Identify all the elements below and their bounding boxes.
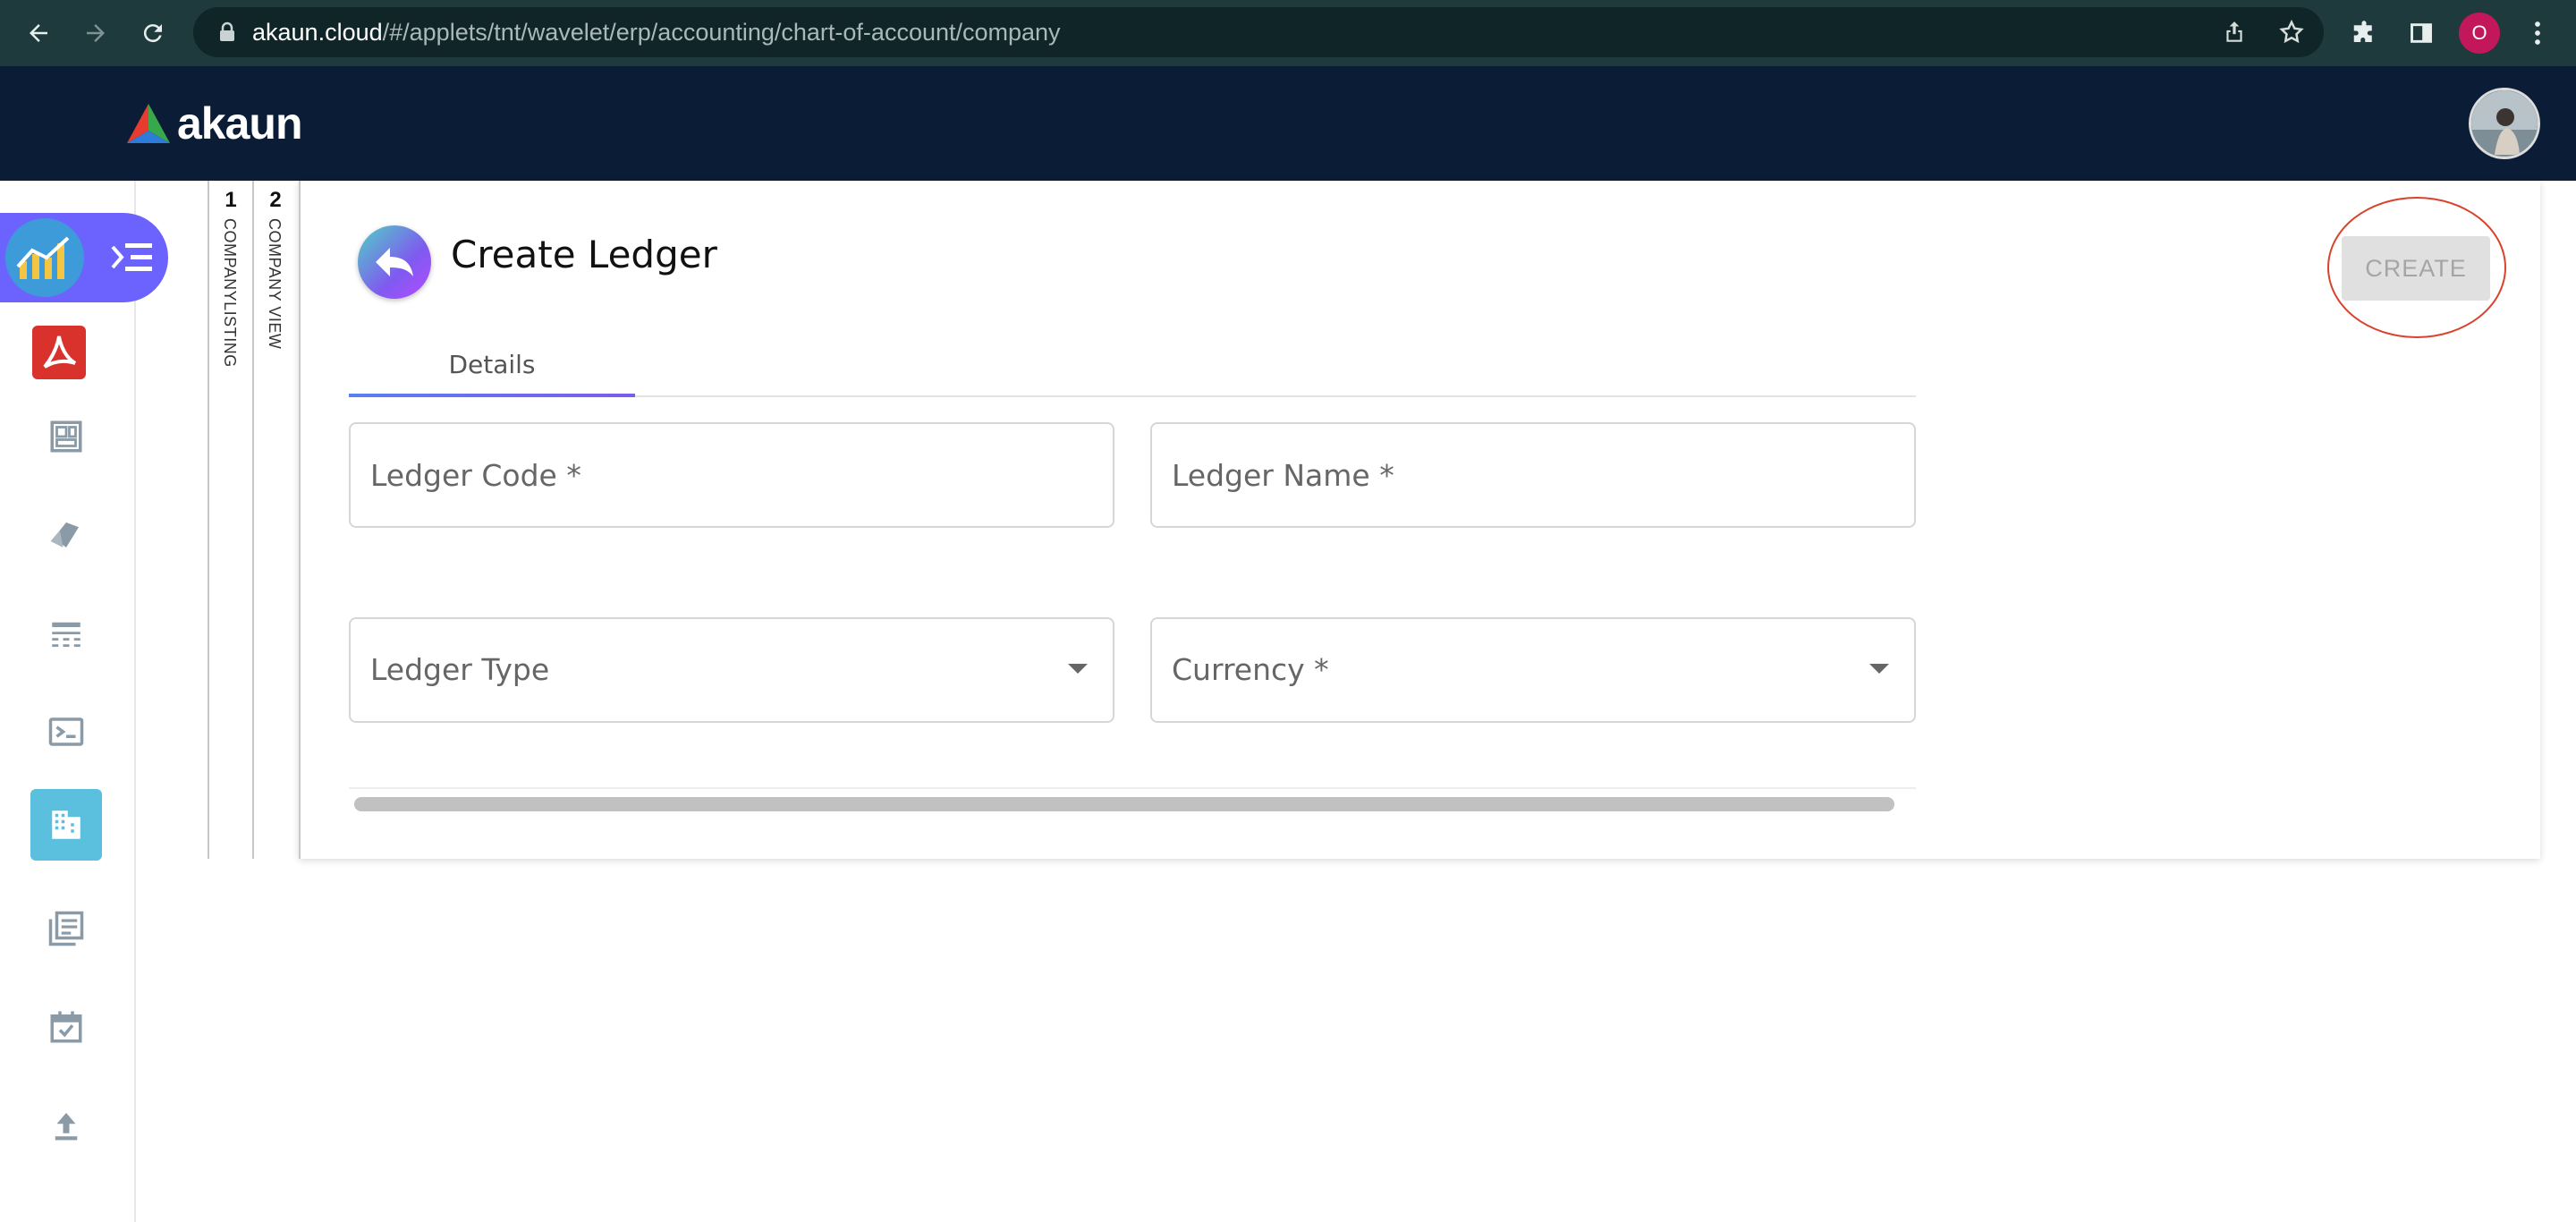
tab-details[interactable]: Details bbox=[349, 331, 635, 397]
url-text[interactable]: akaun.cloud/#/applets/tnt/wavelet/erp/ac… bbox=[252, 7, 1061, 57]
upload-icon[interactable] bbox=[30, 1090, 102, 1161]
back-arrow-icon[interactable] bbox=[18, 13, 59, 54]
user-avatar[interactable] bbox=[2469, 88, 2540, 159]
horizontal-scrollbar[interactable] bbox=[349, 787, 1916, 814]
currency-select[interactable]: Currency * bbox=[1150, 617, 1916, 723]
calendar-check-icon[interactable] bbox=[30, 991, 102, 1063]
ledger-name-field[interactable] bbox=[1150, 422, 1916, 528]
active-tab-indicator bbox=[349, 394, 635, 397]
dropdown-arrow-icon bbox=[1068, 664, 1088, 674]
back-button[interactable] bbox=[358, 225, 431, 299]
menu-toggle-icon[interactable] bbox=[109, 238, 154, 277]
breadcrumb-tab-label: COMPANY VIEW bbox=[266, 218, 284, 350]
applet-switcher[interactable] bbox=[0, 213, 168, 302]
analytics-app-icon[interactable] bbox=[5, 218, 84, 297]
app-root: akaun.cloud/#/applets/tnt/wavelet/erp/ac… bbox=[0, 0, 2576, 1222]
ledger-type-label: Ledger Type bbox=[370, 652, 550, 687]
address-bar[interactable]: akaun.cloud/#/applets/tnt/wavelet/erp/ac… bbox=[193, 7, 2324, 57]
breadcrumb-tab-company-view[interactable]: 2 COMPANY VIEW bbox=[252, 181, 297, 859]
extensions-puzzle-icon[interactable] bbox=[2343, 13, 2385, 54]
browser-profile-avatar[interactable]: O bbox=[2459, 13, 2500, 54]
app-header: akaun bbox=[0, 66, 2576, 181]
ledger-type-select[interactable]: Ledger Type bbox=[349, 617, 1114, 723]
lock-icon[interactable] bbox=[209, 14, 245, 50]
side-panel-icon[interactable] bbox=[2401, 13, 2442, 54]
tab-bar: Details bbox=[349, 331, 1916, 397]
ledger-name-input[interactable] bbox=[1152, 424, 1914, 526]
akaun-logo-icon bbox=[127, 104, 170, 143]
forward-arrow-icon[interactable] bbox=[75, 13, 116, 54]
scrollbar-thumb[interactable] bbox=[354, 797, 1894, 811]
bookmark-star-icon[interactable] bbox=[2274, 14, 2309, 50]
brand-name: akaun bbox=[177, 98, 303, 149]
create-button[interactable]: CREATE bbox=[2342, 236, 2490, 301]
ledger-code-input[interactable] bbox=[351, 424, 1113, 526]
more-vertical-icon[interactable] bbox=[2517, 13, 2558, 54]
table-icon[interactable] bbox=[30, 598, 102, 669]
breadcrumb-tab-company-listing[interactable]: 1 COMPANYLISTING bbox=[208, 181, 252, 859]
acrobat-icon[interactable] bbox=[32, 326, 86, 379]
brand-logo[interactable]: akaun bbox=[125, 97, 303, 150]
company-icon[interactable] bbox=[30, 789, 102, 861]
browser-toolbar: akaun.cloud/#/applets/tnt/wavelet/erp/ac… bbox=[0, 0, 2576, 66]
reply-arrow-icon bbox=[376, 248, 413, 276]
terminal-icon[interactable] bbox=[30, 696, 102, 768]
share-icon[interactable] bbox=[2216, 14, 2252, 50]
breadcrumb-tab-label: COMPANYLISTING bbox=[221, 218, 239, 368]
dashboard-icon[interactable] bbox=[30, 401, 102, 472]
dropdown-arrow-icon bbox=[1869, 664, 1889, 674]
create-ledger-panel: Create Ledger CREATE Details Ledger Type… bbox=[299, 181, 2540, 859]
ledger-code-field[interactable] bbox=[349, 422, 1114, 528]
page-title: Create Ledger bbox=[451, 233, 717, 276]
breadcrumb-tab-number: 2 bbox=[269, 188, 282, 212]
ledger-book-icon[interactable] bbox=[30, 893, 102, 964]
left-sidebar bbox=[0, 181, 168, 1222]
breadcrumb-tab-number: 1 bbox=[225, 188, 237, 212]
tags-icon[interactable] bbox=[30, 499, 102, 571]
reload-icon[interactable] bbox=[132, 13, 174, 54]
currency-label: Currency * bbox=[1172, 652, 1329, 687]
